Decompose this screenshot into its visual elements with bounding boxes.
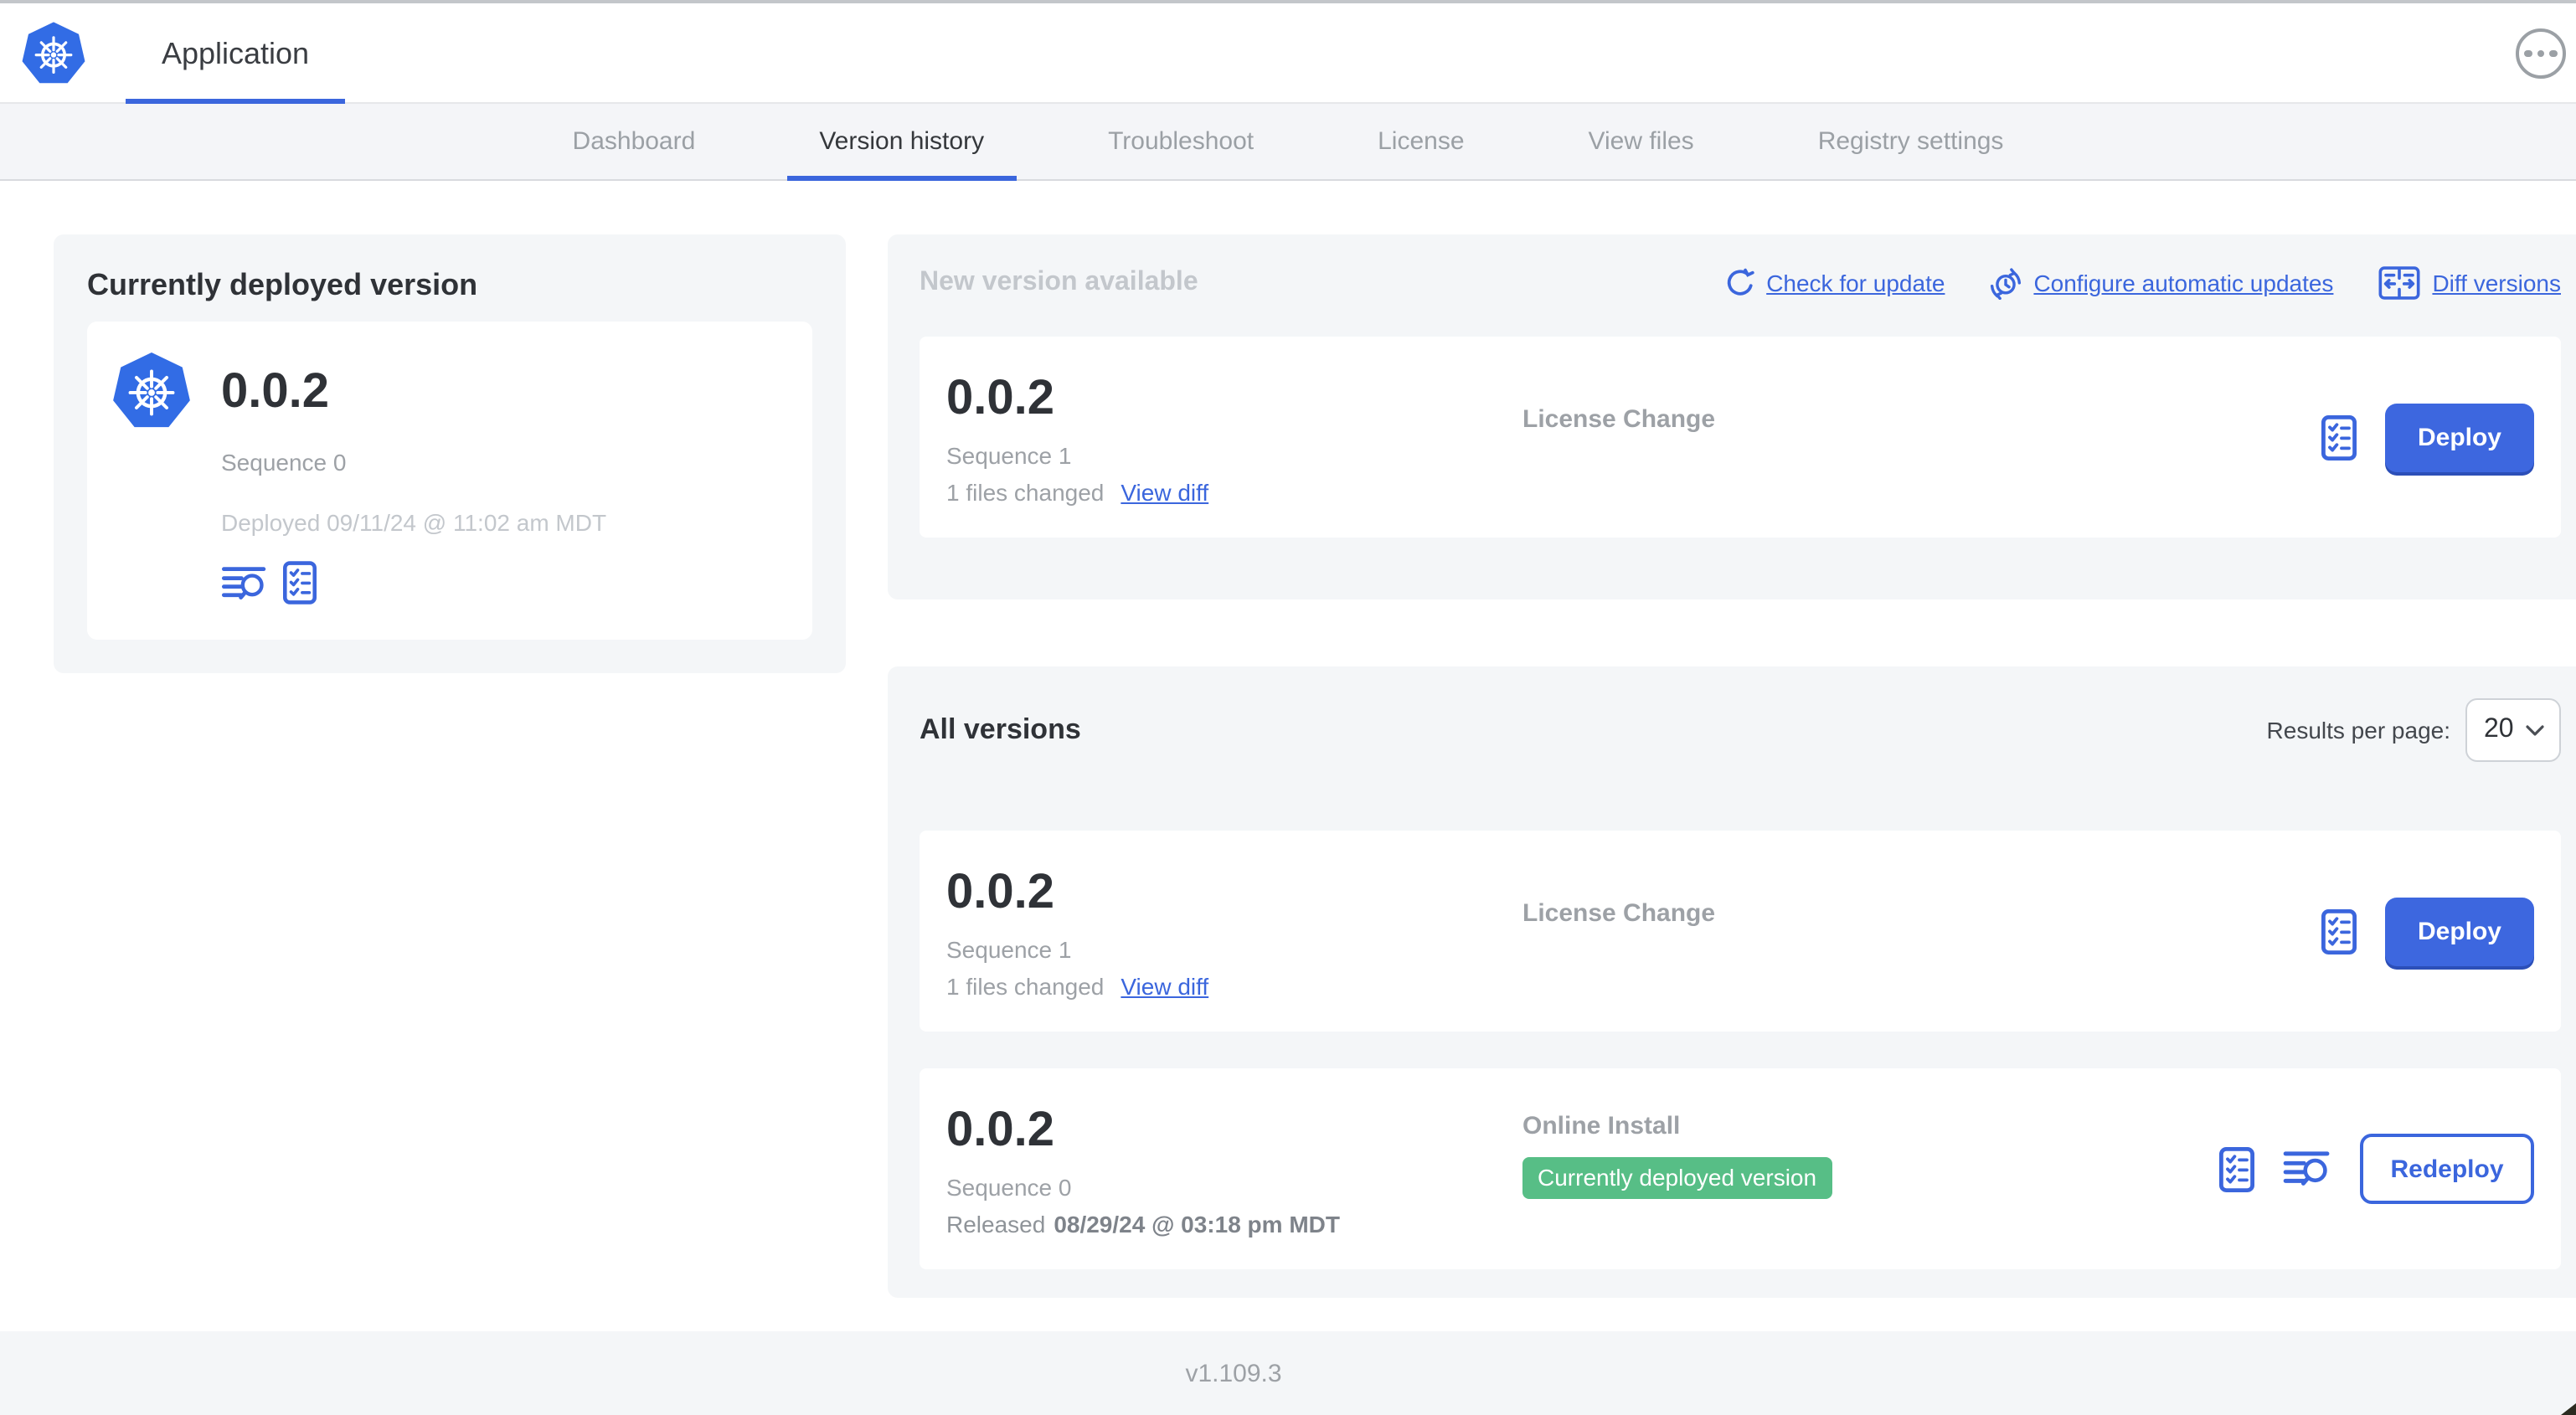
app-nav-tabs: Dashboard Version history Troubleshoot L… [0, 104, 2576, 181]
checklist-icon [283, 561, 317, 605]
logs-icon [221, 566, 266, 599]
kots-admin-console: Application Dashboard Version history Tr… [0, 0, 2576, 1415]
checklist-icon [2219, 1146, 2254, 1191]
app-tab-label: Application [161, 36, 310, 69]
deploy-button[interactable]: Deploy [2385, 897, 2534, 965]
redeploy-button[interactable]: Redeploy [2360, 1134, 2534, 1204]
console-version: v1.109.3 [1185, 1359, 1282, 1387]
version-source: Online Install [1522, 1112, 1681, 1140]
view-diff-link[interactable]: View diff [1121, 974, 1208, 1000]
currently-deployed-title: Currently deployed version [87, 268, 478, 301]
version-number: 0.0.2 [946, 1104, 1054, 1157]
app-tab-application[interactable]: Application [126, 3, 345, 104]
checklist-icon [2321, 908, 2357, 954]
tab-view-files[interactable]: View files [1557, 104, 1726, 179]
app-header: Application [0, 3, 2576, 104]
tab-license[interactable]: License [1346, 104, 1496, 179]
version-sequence: Sequence 0 [946, 1174, 1072, 1201]
released-timestamp: 08/29/24 @ 03:18 pm MDT [1054, 1211, 1340, 1237]
files-changed-count: 1 files changed [946, 479, 1105, 506]
footer: v1.109.3 [0, 1331, 2576, 1415]
version-sequence: Sequence 1 [946, 936, 1072, 963]
view-preflight-checklist-button[interactable] [283, 561, 317, 605]
tab-troubleshoot[interactable]: Troubleshoot [1076, 104, 1285, 179]
refresh-icon [1727, 268, 1754, 296]
results-per-page-select[interactable]: 20 [2465, 698, 2561, 762]
diff-versions-link[interactable]: Diff versions [2378, 266, 2561, 300]
configure-automatic-updates-link[interactable]: Configure automatic updates [1990, 266, 2333, 300]
version-row-sequence-1: 0.0.2 Sequence 1 1 files changed View di… [920, 831, 2561, 1032]
version-checklist-button[interactable] [2321, 414, 2357, 460]
diff-icon [2378, 266, 2420, 300]
all-versions-panel: All versions Results per page: 20 0.0.2 … [888, 666, 2576, 1298]
new-version-panel: New version available Check for update C… [888, 234, 2576, 599]
new-version-title: New version available [920, 268, 1198, 296]
currently-deployed-card: 0.0.2 Sequence 0 Deployed 09/11/24 @ 11:… [87, 322, 812, 640]
view-deploy-logs-button[interactable] [2283, 1150, 2331, 1187]
version-sequence: Sequence 1 [946, 442, 1072, 469]
schedule-icon [1991, 267, 2022, 299]
view-deploy-logs-button[interactable] [221, 565, 268, 600]
kubernetes-app-icon [111, 347, 193, 435]
current-version-sequence: Sequence 0 [221, 449, 347, 476]
logs-icon [2283, 1151, 2330, 1186]
ellipsis-icon [2524, 49, 2532, 58]
released-label: Released [946, 1211, 1046, 1237]
tab-registry-settings[interactable]: Registry settings [1786, 104, 2036, 179]
checklist-icon [2321, 414, 2357, 460]
more-menu-button[interactable] [2516, 28, 2566, 79]
mouse-cursor [2561, 1403, 2576, 1415]
version-number: 0.0.2 [946, 372, 1054, 425]
check-for-update-link[interactable]: Check for update [1724, 266, 1945, 300]
all-versions-title: All versions [920, 713, 1081, 745]
version-source: License Change [1522, 899, 1716, 928]
files-changed-count: 1 files changed [946, 973, 1105, 1000]
view-diff-link[interactable]: View diff [1121, 480, 1208, 506]
current-version-deployed-timestamp: Deployed 09/11/24 @ 11:02 am MDT [221, 509, 607, 536]
currently-deployed-badge: Currently deployed version [1522, 1157, 1832, 1199]
new-version-row: 0.0.2 Sequence 1 1 files changed View di… [920, 337, 2561, 538]
version-source: License Change [1522, 405, 1716, 434]
deploy-button[interactable]: Deploy [2385, 403, 2534, 471]
currently-deployed-panel: Currently deployed version 0.0.2 Sequenc… [54, 234, 846, 673]
tab-version-history[interactable]: Version history [787, 104, 1017, 181]
kubernetes-logo-icon [20, 17, 87, 90]
tab-dashboard[interactable]: Dashboard [541, 104, 728, 179]
results-per-page-label: Results per page: [2266, 717, 2450, 744]
current-version-number: 0.0.2 [221, 365, 329, 419]
version-checklist-button[interactable] [2321, 908, 2357, 954]
chevron-down-icon [2526, 724, 2544, 735]
version-row-sequence-0: 0.0.2 Sequence 0 Released 08/29/24 @ 03:… [920, 1068, 2561, 1269]
version-number: 0.0.2 [946, 866, 1054, 919]
version-checklist-button[interactable] [2219, 1146, 2254, 1191]
